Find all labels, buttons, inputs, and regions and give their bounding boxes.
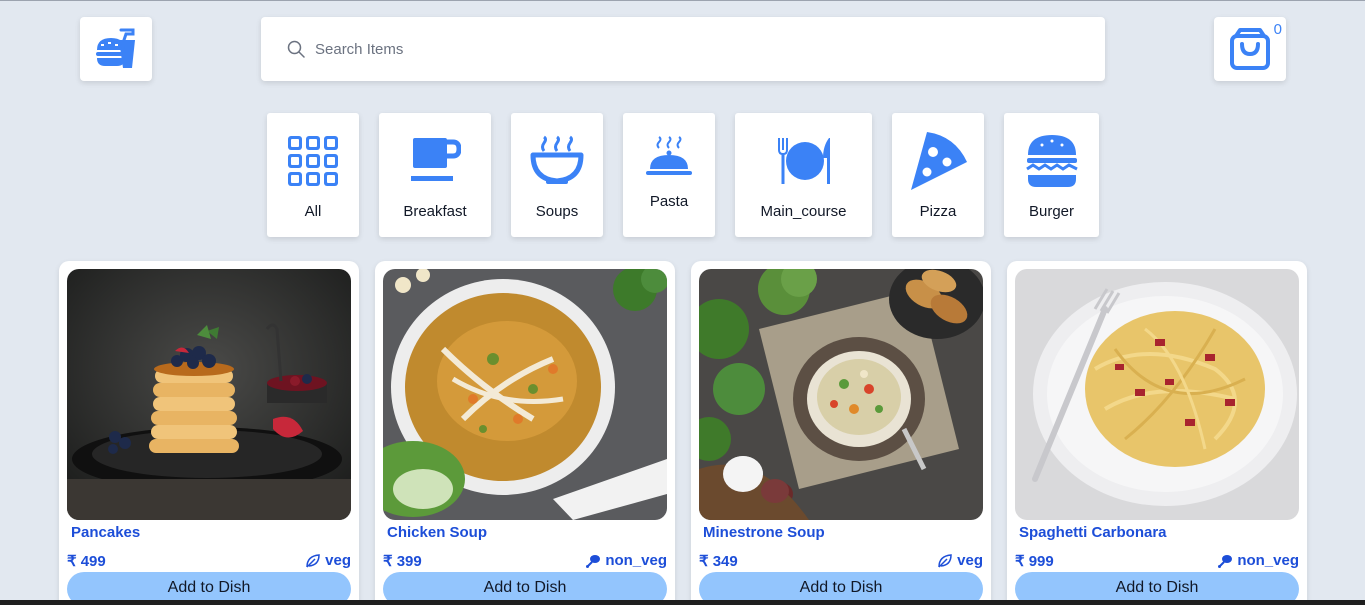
drumstick-icon	[586, 554, 601, 568]
food-card: Pancakes ₹ 499 veg Add to Dish	[59, 261, 359, 605]
top-border	[0, 0, 1365, 1]
food-name[interactable]: Pancakes	[71, 524, 140, 541]
cart-button[interactable]: 0	[1214, 17, 1286, 81]
food-type-label: veg	[325, 552, 351, 569]
serving-cloche-icon	[646, 136, 692, 175]
coffee-cup-icon	[411, 138, 461, 181]
category-burger[interactable]: Burger	[1004, 113, 1099, 237]
food-card: Chicken Soup ₹ 399 non_veg Add to Dish	[375, 261, 675, 605]
pancakes-image	[67, 269, 351, 520]
food-type: non_veg	[1217, 552, 1299, 569]
minestrone-soup-image	[699, 269, 983, 520]
food-type-label: non_veg	[1237, 552, 1299, 569]
grid-icon	[288, 136, 338, 186]
category-breakfast[interactable]: Breakfast	[379, 113, 491, 237]
category-label: Soups	[535, 203, 579, 220]
window-bottom-edge	[0, 600, 1365, 605]
food-price: ₹ 499	[67, 553, 106, 570]
food-price: ₹ 999	[1015, 553, 1054, 570]
search-bar[interactable]	[261, 17, 1105, 81]
category-all[interactable]: All	[267, 113, 359, 237]
food-card: Minestrone Soup ₹ 349 veg Add to Dish	[691, 261, 991, 605]
food-type: veg	[305, 552, 351, 569]
pizza-slice-icon	[911, 132, 967, 190]
food-name[interactable]: Chicken Soup	[387, 524, 487, 541]
food-type-label: non_veg	[605, 552, 667, 569]
category-pasta[interactable]: Pasta	[623, 113, 715, 237]
drumstick-icon	[1218, 554, 1233, 568]
category-label: Breakfast	[403, 203, 467, 220]
category-pizza[interactable]: Pizza	[892, 113, 984, 237]
food-type-label: veg	[957, 552, 983, 569]
search-input[interactable]	[315, 40, 1075, 58]
cart-count-badge: 0	[1273, 21, 1282, 38]
shopping-bag-icon	[1230, 28, 1270, 70]
fast-food-logo-icon	[96, 28, 135, 68]
category-label: Pizza	[919, 203, 957, 220]
food-type: veg	[937, 552, 983, 569]
food-price: ₹ 399	[383, 553, 422, 570]
chicken-soup-image	[383, 269, 667, 520]
category-main-course[interactable]: Main_course	[735, 113, 872, 237]
leaf-icon	[306, 553, 320, 568]
food-type: non_veg	[585, 552, 667, 569]
plate-fork-knife-icon	[777, 138, 830, 184]
food-card: Spaghetti Carbonara ₹ 999 non_veg Add to…	[1007, 261, 1307, 605]
food-name[interactable]: Minestrone Soup	[703, 524, 825, 541]
food-name[interactable]: Spaghetti Carbonara	[1019, 524, 1167, 541]
category-label: Main_course	[760, 203, 847, 220]
leaf-icon	[938, 553, 952, 568]
category-label: Burger	[1028, 203, 1075, 220]
soup-bowl-icon	[530, 135, 584, 184]
category-soups[interactable]: Soups	[511, 113, 603, 237]
app-logo[interactable]	[80, 17, 152, 81]
spaghetti-carbonara-image	[1015, 269, 1299, 520]
food-price: ₹ 349	[699, 553, 738, 570]
burger-icon	[1025, 135, 1078, 187]
search-icon	[287, 40, 305, 58]
category-label: All	[304, 203, 322, 220]
category-label: Pasta	[649, 193, 689, 210]
